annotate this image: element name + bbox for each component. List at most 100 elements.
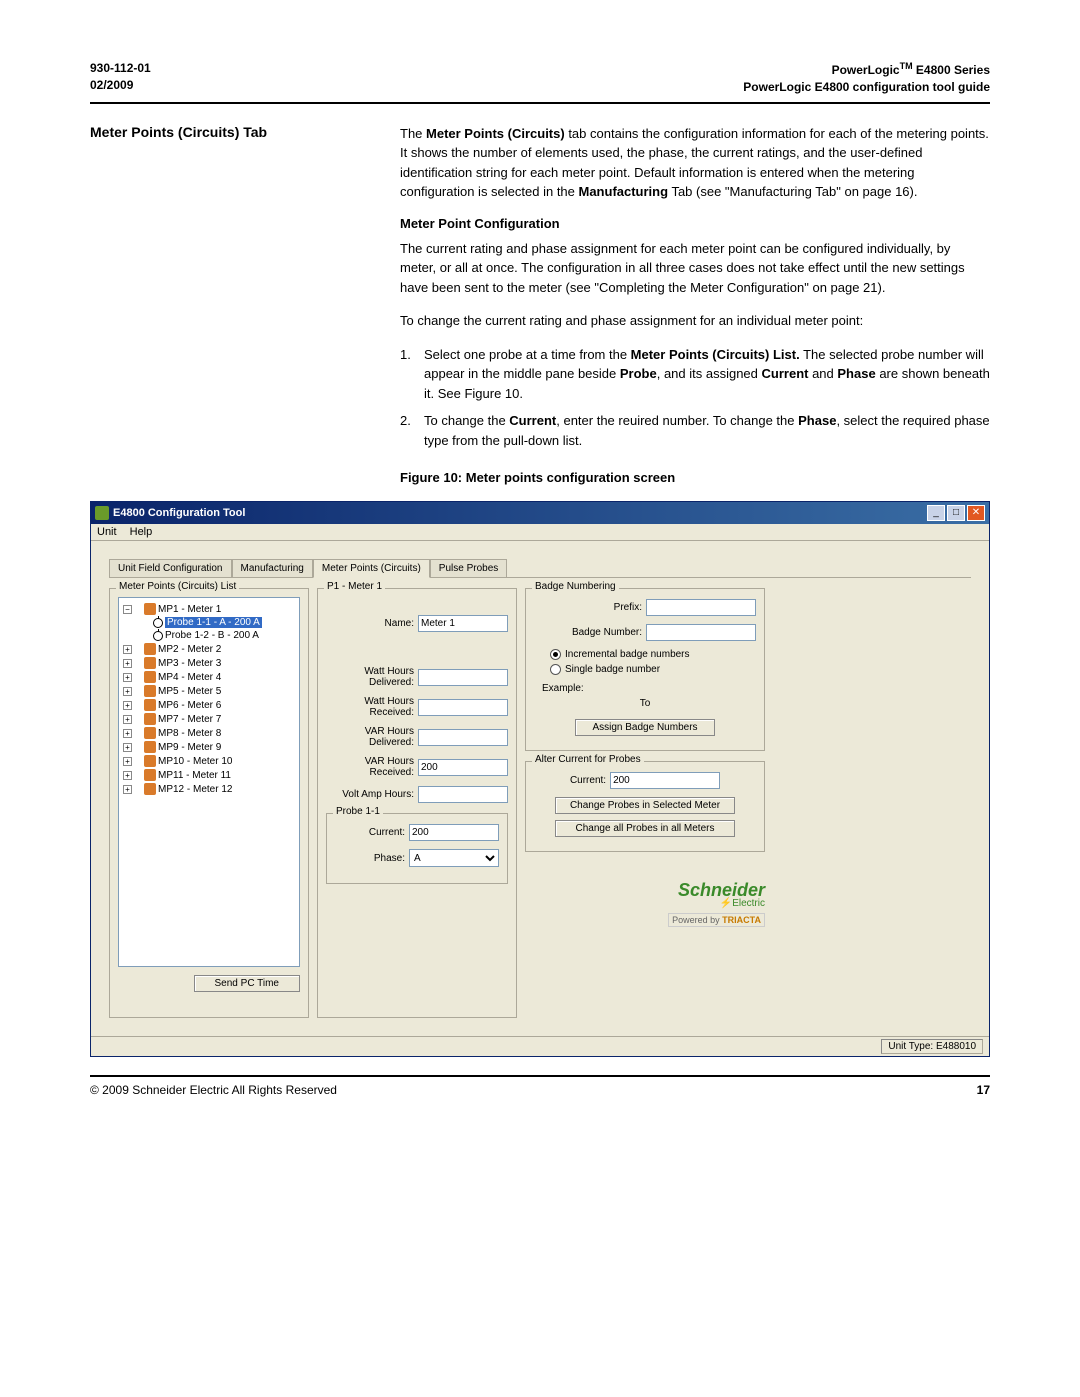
right-panel: Badge Numbering Prefix: Badge Number: In… xyxy=(525,588,765,1018)
expand-icon[interactable]: + xyxy=(123,687,132,696)
to-label: To xyxy=(534,698,756,709)
vhd-row: VAR Hours Delivered: xyxy=(326,726,508,748)
tree-mp5[interactable]: +MP5 - Meter 5 xyxy=(123,684,295,698)
whd-input[interactable] xyxy=(418,669,508,686)
alter-current-fieldset: Alter Current for Probes Current: Change… xyxy=(525,761,765,852)
meter-list-panel: Meter Points (Circuits) List −MP1 - Mete… xyxy=(109,588,309,1018)
whd-row: Watt Hours Delivered: xyxy=(326,666,508,688)
radio-incremental[interactable]: Incremental badge numbers xyxy=(550,649,756,660)
vhr-label: VAR Hours Received: xyxy=(326,756,414,778)
maximize-button[interactable]: □ xyxy=(947,505,965,521)
page-header: 930-112-01 02/2009 PowerLogicTM E4800 Se… xyxy=(90,60,990,104)
current-input[interactable] xyxy=(409,824,499,841)
current-label: Current: xyxy=(369,827,405,838)
vhd-input[interactable] xyxy=(418,729,508,746)
change-all-button[interactable]: Change all Probes in all Meters xyxy=(555,820,735,837)
doc-subtitle: PowerLogic E4800 configuration tool guid… xyxy=(743,79,990,96)
vhr-row: VAR Hours Received: xyxy=(326,756,508,778)
tree-probe-1-2[interactable]: Probe 1-2 - B - 200 A xyxy=(123,629,295,642)
name-input[interactable] xyxy=(418,615,508,632)
menu-unit[interactable]: Unit xyxy=(97,526,117,538)
main-columns: Meter Points (Circuits) List −MP1 - Mete… xyxy=(109,588,971,1018)
tree-mp7[interactable]: +MP7 - Meter 7 xyxy=(123,712,295,726)
menu-help[interactable]: Help xyxy=(130,526,153,538)
step-2: 2. To change the Current, enter the reui… xyxy=(400,411,990,450)
close-button[interactable]: ✕ xyxy=(967,505,985,521)
meter-icon xyxy=(144,741,156,753)
expand-icon[interactable]: + xyxy=(123,729,132,738)
tab-unit-field[interactable]: Unit Field Configuration xyxy=(109,559,232,577)
radio-single[interactable]: Single badge number xyxy=(550,664,756,675)
expand-icon[interactable]: + xyxy=(123,743,132,752)
vhr-input[interactable] xyxy=(418,759,508,776)
tree-mp9[interactable]: +MP9 - Meter 9 xyxy=(123,740,295,754)
content-columns: Meter Points (Circuits) Tab The Meter Po… xyxy=(90,124,990,498)
expand-icon[interactable]: + xyxy=(123,785,132,794)
tree-mp6[interactable]: +MP6 - Meter 6 xyxy=(123,698,295,712)
menu-bar: Unit Help xyxy=(91,524,989,541)
expand-icon[interactable]: + xyxy=(123,715,132,724)
meter-tree[interactable]: −MP1 - Meter 1 Probe 1-1 - A - 200 A Pro… xyxy=(118,597,300,967)
series-prefix: PowerLogic xyxy=(832,63,900,77)
title-bar: E4800 Configuration Tool _ □ ✕ xyxy=(91,502,989,524)
tree-mp12[interactable]: +MP12 - Meter 12 xyxy=(123,782,295,796)
badge-num-row: Badge Number: xyxy=(534,624,756,641)
phase-select[interactable]: A xyxy=(409,849,499,867)
alter-current-input[interactable] xyxy=(610,772,720,789)
powered-by: Powered by TRIACTA xyxy=(668,913,765,927)
tree-mp1[interactable]: −MP1 - Meter 1 xyxy=(123,602,295,616)
page-footer: © 2009 Schneider Electric All Rights Res… xyxy=(90,1075,990,1097)
expand-icon[interactable]: + xyxy=(123,771,132,780)
tree-mp11[interactable]: +MP11 - Meter 11 xyxy=(123,768,295,782)
whr-input[interactable] xyxy=(418,699,508,716)
config-paragraph: The current rating and phase assignment … xyxy=(400,239,990,298)
meter-icon xyxy=(144,783,156,795)
tree-mp4[interactable]: +MP4 - Meter 4 xyxy=(123,670,295,684)
expand-icon[interactable]: + xyxy=(123,659,132,668)
tree-mp3[interactable]: +MP3 - Meter 3 xyxy=(123,656,295,670)
meter-icon xyxy=(144,727,156,739)
alter-current-row: Current: xyxy=(534,772,756,789)
probe-icon xyxy=(153,631,163,641)
tab-meter-points[interactable]: Meter Points (Circuits) xyxy=(313,559,430,578)
status-bar: Unit Type: E488010 xyxy=(91,1036,989,1056)
minimize-button[interactable]: _ xyxy=(927,505,945,521)
prefix-row: Prefix: xyxy=(534,599,756,616)
expand-icon[interactable]: + xyxy=(123,673,132,682)
tree-mp2[interactable]: +MP2 - Meter 2 xyxy=(123,642,295,656)
expand-icon[interactable]: + xyxy=(123,757,132,766)
meter-icon xyxy=(144,643,156,655)
vah-input[interactable] xyxy=(418,786,508,803)
name-row: Name: xyxy=(326,615,508,632)
tm-mark: TM xyxy=(900,61,913,71)
intro-paragraph: The Meter Points (Circuits) tab contains… xyxy=(400,124,990,202)
assign-badge-button[interactable]: Assign Badge Numbers xyxy=(575,719,715,736)
radio-icon xyxy=(550,649,561,660)
collapse-icon[interactable]: − xyxy=(123,605,132,614)
meter-icon xyxy=(144,657,156,669)
ordered-list: 1. Select one probe at a time from the M… xyxy=(400,345,990,451)
phase-label: Phase: xyxy=(374,853,405,864)
left-column: Meter Points (Circuits) Tab xyxy=(90,124,370,498)
expand-icon[interactable]: + xyxy=(123,701,132,710)
meter-icon xyxy=(144,713,156,725)
change-selected-button[interactable]: Change Probes in Selected Meter xyxy=(555,797,735,814)
send-pc-time-button[interactable]: Send PC Time xyxy=(194,975,300,992)
tree-mp10[interactable]: +MP10 - Meter 10 xyxy=(123,754,295,768)
tree-mp8[interactable]: +MP8 - Meter 8 xyxy=(123,726,295,740)
current-row: Current: xyxy=(335,824,499,841)
logo-area: Schneider ⚡Electric Powered by TRIACTA xyxy=(525,882,765,927)
vah-row: Volt Amp Hours: xyxy=(326,786,508,803)
whd-label: Watt Hours Delivered: xyxy=(326,666,414,688)
alter-current-label: Current: xyxy=(570,775,606,786)
tree-probe-1-1[interactable]: Probe 1-1 - A - 200 A xyxy=(123,616,295,629)
example-label: Example: xyxy=(542,683,756,694)
meter-detail-panel: P1 - Meter 1 Name: Watt Hours Delivered:… xyxy=(317,588,517,1018)
tab-manufacturing[interactable]: Manufacturing xyxy=(232,559,313,577)
prefix-input[interactable] xyxy=(646,599,756,616)
send-pc-row: Send PC Time xyxy=(118,975,300,992)
tab-pulse-probes[interactable]: Pulse Probes xyxy=(430,559,507,577)
doc-date: 02/2009 xyxy=(90,77,151,94)
expand-icon[interactable]: + xyxy=(123,645,132,654)
badge-num-input[interactable] xyxy=(646,624,756,641)
